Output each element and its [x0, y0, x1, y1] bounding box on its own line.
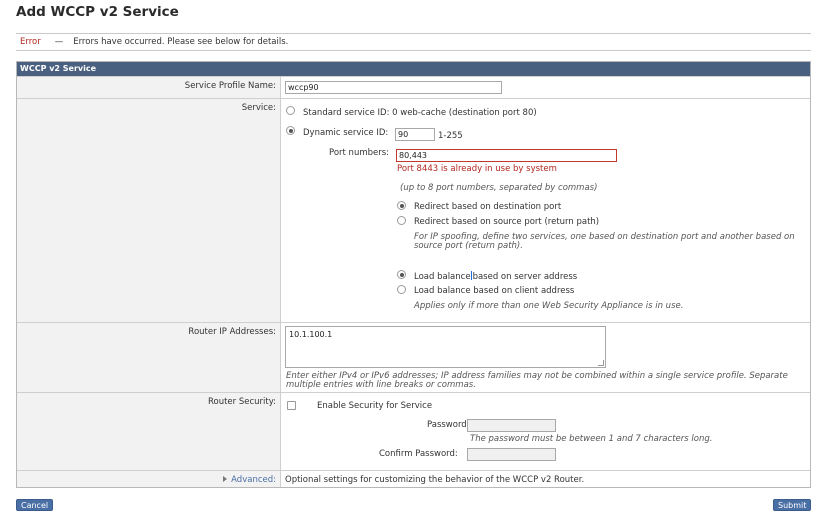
spoofing-note-line2: source port (return path). [414, 241, 523, 251]
port-numbers-label: Port numbers: [329, 148, 390, 158]
wccp-service-panel: WCCP v2 Service Service Profile Name: wc… [16, 61, 811, 488]
lb-note: Applies only if more than one Web Securi… [414, 301, 684, 311]
error-message: Errors have occurred. Please see below f… [73, 37, 289, 47]
advanced-description: Optional settings for customizing the be… [285, 475, 585, 485]
service-profile-input[interactable]: wccp90 [285, 81, 502, 94]
confirm-password-label: Confirm Password: [379, 449, 458, 459]
password-input[interactable] [467, 419, 556, 432]
standard-service-label: Standard service ID: 0 web-cache (destin… [303, 108, 537, 118]
port-hint: (up to 8 port numbers, separated by comm… [400, 183, 598, 193]
router-ip-label: Router IP Addresses: [188, 327, 276, 337]
error-label: Error [20, 37, 41, 47]
service-row: Service: Standard service ID: 0 web-cach… [17, 98, 810, 322]
lb-client-radio[interactable] [397, 285, 406, 294]
password-label: Password: [427, 420, 470, 430]
dynamic-service-id-input[interactable]: 90 [395, 128, 435, 141]
router-ip-row: Router IP Addresses: 10.1.100.1 Enter ei… [17, 322, 810, 392]
password-hint: The password must be between 1 and 7 cha… [470, 434, 713, 444]
redirect-source-radio[interactable] [397, 216, 406, 225]
dynamic-service-label: Dynamic service ID: [303, 128, 389, 138]
page-title: Add WCCP v2 Service [16, 4, 179, 20]
lb-server-radio[interactable] [397, 270, 406, 279]
enable-security-checkbox[interactable] [287, 401, 296, 410]
service-label: Service: [241, 103, 276, 113]
dynamic-service-radio[interactable] [286, 126, 295, 135]
standard-service-radio[interactable] [286, 106, 295, 115]
redirect-source-label: Redirect based on source port (return pa… [414, 217, 600, 227]
submit-button[interactable]: Submit [773, 499, 812, 511]
advanced-toggle[interactable]: Advanced: [223, 475, 276, 485]
service-profile-row: Service Profile Name: wccp90 [17, 76, 810, 98]
router-security-row: Router Security: Enable Security for Ser… [17, 392, 810, 470]
router-ip-hint-line2: multiple entries with line breaks or com… [286, 380, 476, 390]
redirect-dest-label: Redirect based on destination port [414, 202, 562, 212]
router-ip-textarea[interactable]: 10.1.100.1 [285, 326, 606, 368]
panel-header: WCCP v2 Service [17, 62, 810, 76]
dynamic-id-range: 1-255 [438, 131, 463, 141]
enable-security-label: Enable Security for Service [317, 401, 433, 411]
lb-server-label: Load balance based on server address [414, 271, 578, 282]
advanced-row: Advanced: Optional settings for customiz… [17, 470, 810, 487]
expand-arrow-icon [223, 476, 228, 482]
error-dash: — [54, 37, 64, 47]
confirm-password-input[interactable] [467, 448, 556, 461]
cancel-button[interactable]: Cancel [16, 499, 54, 511]
resize-grip-icon[interactable] [598, 360, 604, 366]
redirect-dest-radio[interactable] [397, 201, 406, 210]
lb-client-label: Load balance based on client address [414, 286, 575, 296]
router-security-label: Router Security: [207, 397, 276, 407]
error-banner: Error — Errors have occurred. Please see… [16, 33, 811, 51]
port-error-message: Port 8443 is already in use by system [397, 164, 557, 174]
service-profile-label: Service Profile Name: [184, 81, 276, 91]
port-numbers-input[interactable]: 80,443 [396, 149, 617, 162]
